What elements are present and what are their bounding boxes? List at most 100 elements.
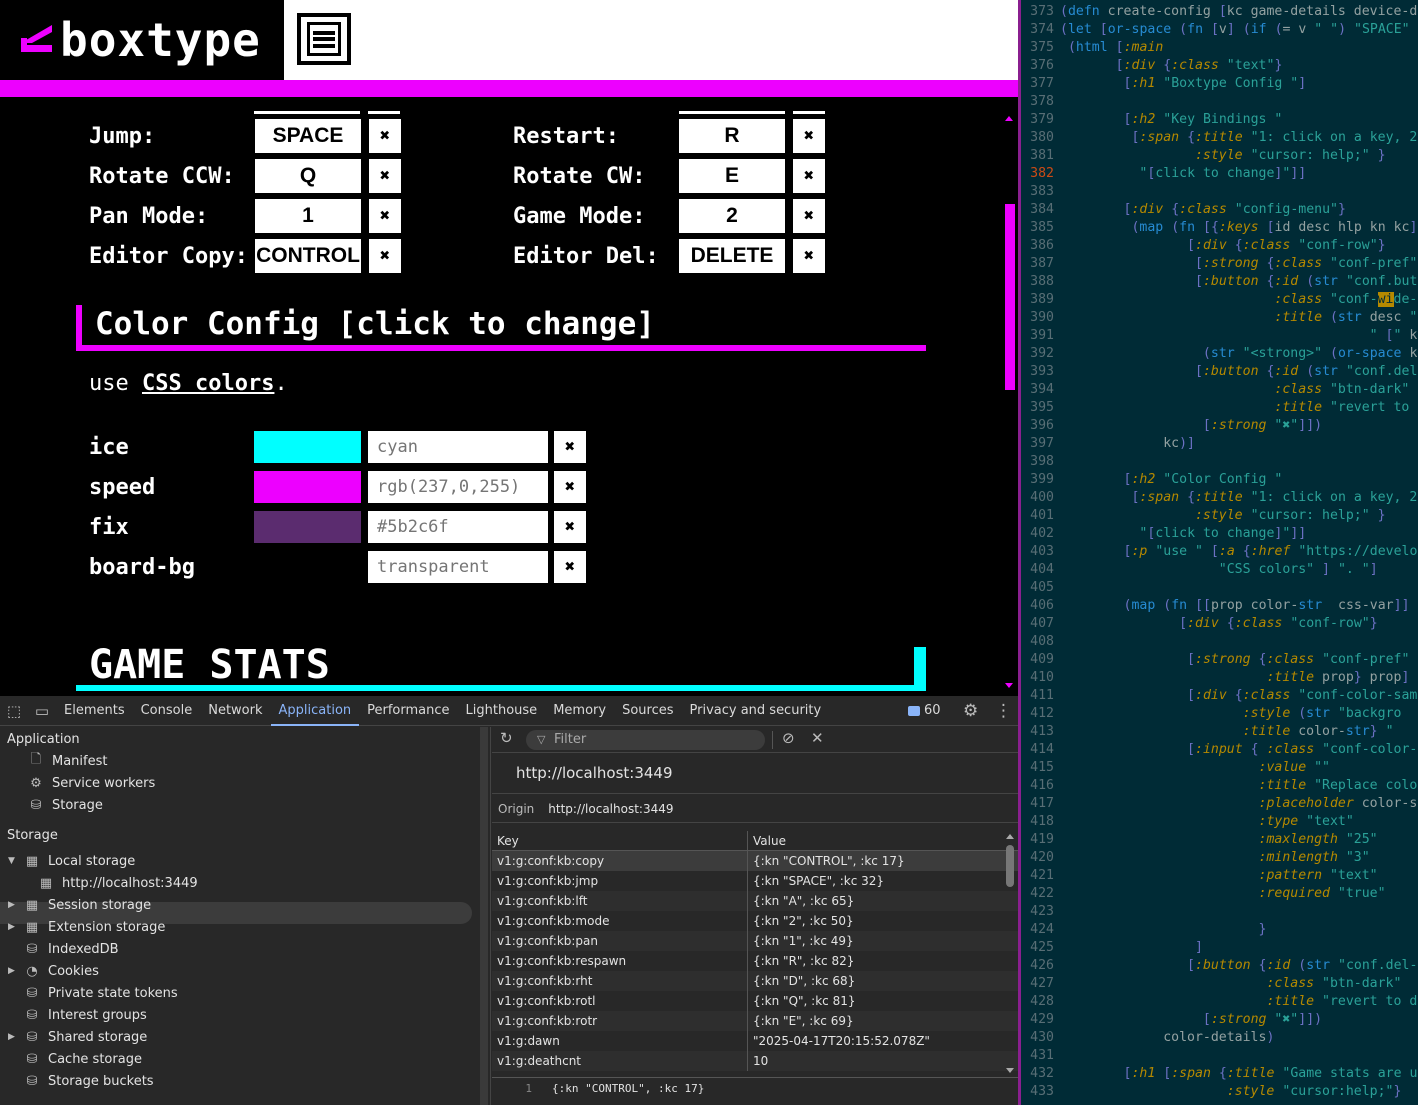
delete-keybinding-button[interactable]: ✖ (793, 199, 825, 233)
table-row[interactable]: v1:g:conf:kb:rht {:kn "D", :kc 68} (492, 971, 1018, 991)
scrollbar-thumb[interactable] (1006, 845, 1014, 887)
scroll-up-arrow-icon[interactable] (1006, 834, 1014, 839)
table-row[interactable]: v1:g:conf:kb:lft {:kn "A", :kc 65} (492, 891, 1018, 911)
keybinding-button-editor-del[interactable]: DELETE (679, 239, 785, 273)
editor-line[interactable]: 431 (1021, 1047, 1418, 1065)
tab-console[interactable]: Console (133, 696, 201, 726)
editor-line[interactable]: 426 [:button {:id (str "conf.del-b (1021, 957, 1418, 975)
table-row[interactable]: v1:g:conf:kb:rotl {:kn "Q", :kc 81} (492, 991, 1018, 1011)
editor-line[interactable]: 432 [:h1 [:span {:title "Game stats are … (1021, 1065, 1418, 1083)
table-row[interactable]: v1:g:conf:kb:copy {:kn "CONTROL", :kc 17} (492, 851, 1018, 871)
delete-keybinding-button[interactable]: ✖ (369, 119, 401, 153)
scroll-down-arrow-icon[interactable] (1006, 1068, 1014, 1073)
editor-line[interactable]: 402 "[click to change]"]] (1021, 525, 1418, 543)
sidebar-item-storage-buckets[interactable]: ⛁ Storage buckets (24, 1070, 154, 1092)
filter-input[interactable]: ▽ Filter (526, 730, 765, 750)
editor-line[interactable]: 390 :title (str desc " (1021, 309, 1418, 327)
editor-line[interactable]: 410 :title prop} prop] (1021, 669, 1418, 687)
keybinding-button-pan-mode[interactable]: 1 (255, 199, 361, 233)
keybinding-button-jump[interactable]: SPACE (255, 119, 361, 153)
editor-line[interactable]: 430 color-details) (1021, 1029, 1418, 1047)
table-row[interactable]: v1:g:conf:kb:rotr {:kn "E", :kc 69} (492, 1011, 1018, 1031)
keybinding-button-restart[interactable]: R (679, 119, 785, 153)
color-input[interactable] (368, 471, 548, 503)
editor-line[interactable]: 428 :title "revert to de (1021, 993, 1418, 1011)
tab-memory[interactable]: Memory (545, 696, 614, 726)
sidebar-item-extension-storage[interactable]: ▶ ▦ Extension storage (8, 916, 165, 938)
delete-keybinding-button[interactable]: ✖ (793, 159, 825, 193)
editor-line[interactable]: 412 :style (str "backgro (1021, 705, 1418, 723)
chevron-down-icon[interactable]: ▼ (8, 856, 20, 866)
editor-line[interactable]: 385 (map (fn [{:keys [id desc hlp kn kc] (1021, 219, 1418, 237)
keybinding-button-editor-copy[interactable]: CONTROL (255, 239, 361, 273)
gear-icon[interactable]: ⚙ (963, 701, 978, 721)
chevron-right-icon[interactable]: ▶ (8, 1032, 20, 1042)
editor-line[interactable]: 397 kc)] (1021, 435, 1418, 453)
tab-network[interactable]: Network (200, 696, 270, 726)
color-input[interactable] (368, 551, 548, 583)
editor-line[interactable]: 414 [:input { :class "conf-color- (1021, 741, 1418, 759)
table-scrollbar[interactable] (1003, 831, 1017, 1076)
inspect-element-icon[interactable]: ⬚ (0, 696, 28, 726)
keybinding-button-rotate-cw[interactable]: E (679, 159, 785, 193)
editor-line[interactable]: 398 (1021, 453, 1418, 471)
clear-all-icon[interactable]: ⊘ (782, 729, 795, 747)
table-row[interactable]: v1:g:conf:kb:mode {:kn "2", :kc 50} (492, 911, 1018, 931)
delete-color-button[interactable]: ✖ (554, 551, 586, 583)
game-stats-heading[interactable]: GAME STATS (76, 639, 926, 691)
editor-line[interactable]: 418 :type "text" (1021, 813, 1418, 831)
color-input[interactable] (368, 511, 548, 543)
editor-line[interactable]: 416 :title "Replace colo (1021, 777, 1418, 795)
editor-line[interactable]: 404 "CSS colors" ] ". "] (1021, 561, 1418, 579)
tab-privacy-and-security[interactable]: Privacy and security (682, 696, 830, 726)
device-toolbar-icon[interactable]: ▭ (28, 696, 56, 726)
more-options-icon[interactable]: ⋮ (995, 701, 1012, 721)
delete-color-button[interactable]: ✖ (554, 431, 586, 463)
sidebar-item-shared-storage[interactable]: ▶ ⛁ Shared storage (8, 1026, 147, 1048)
chevron-right-icon[interactable]: ▶ (8, 900, 20, 910)
sidebar-item-interest-groups[interactable]: ⛁ Interest groups (24, 1004, 147, 1026)
scroll-up-arrow-icon[interactable] (1005, 116, 1013, 121)
editor-line[interactable]: 420 :minlength "3" (1021, 849, 1418, 867)
editor-line[interactable]: 415 :value "" (1021, 759, 1418, 777)
editor-line[interactable]: 392 (str "<strong>" (or-space k (1021, 345, 1418, 363)
delete-color-button[interactable]: ✖ (554, 471, 586, 503)
table-row[interactable]: v1:g:deathcnt 10 (492, 1051, 1018, 1071)
editor-line[interactable]: 389 :class "conf-wide-b (1021, 291, 1418, 309)
menu-button[interactable] (297, 13, 351, 65)
keybinding-button-game-mode[interactable]: 2 (679, 199, 785, 233)
editor-line[interactable]: 382 "[click to change]"]] (1021, 165, 1418, 183)
sidebar-item-private-state-tokens[interactable]: ⛁ Private state tokens (24, 982, 178, 1004)
editor-line[interactable]: 407 [:div {:class "conf-row"} (1021, 615, 1418, 633)
sidebar-scrollbar-thumb[interactable] (480, 727, 488, 1105)
editor-line[interactable]: 409 [:strong {:class "conf-pref" (1021, 651, 1418, 669)
css-colors-link[interactable]: CSS colors (142, 371, 274, 396)
editor-line[interactable]: 401 :style "cursor: help;" } (1021, 507, 1418, 525)
chevron-right-icon[interactable]: ▶ (8, 966, 20, 976)
editor-line[interactable]: 393 [:button {:id (str "conf.del- (1021, 363, 1418, 381)
editor-line[interactable]: 399 [:h2 "Color Config " (1021, 471, 1418, 489)
editor-line[interactable]: 387 [:strong {:class "conf-pref" (1021, 255, 1418, 273)
sidebar-item-cache-storage[interactable]: ⛁ Cache storage (24, 1048, 142, 1070)
editor-line[interactable]: 421 :pattern "text" (1021, 867, 1418, 885)
editor-line[interactable]: 422 :required "true" (1021, 885, 1418, 903)
editor-line[interactable]: 406 (map (fn [[prop color-str css-var]] (1021, 597, 1418, 615)
editor-line[interactable]: 376 [:div {:class "text"} (1021, 57, 1418, 75)
scrollbar-thumb[interactable] (1005, 204, 1015, 390)
sidebar-item-indexeddb[interactable]: ⛁ IndexedDB (24, 938, 119, 960)
editor-line[interactable]: 424 } (1021, 921, 1418, 939)
editor-line[interactable]: 380 [:span {:title "1: click on a key, 2 (1021, 129, 1418, 147)
delete-keybinding-button[interactable]: ✖ (369, 239, 401, 273)
editor-line[interactable]: 425 ] (1021, 939, 1418, 957)
refresh-icon[interactable]: ↻ (500, 729, 513, 747)
editor-line[interactable]: 377 [:h1 "Boxtype Config "] (1021, 75, 1418, 93)
column-header-key[interactable]: Key (492, 831, 748, 850)
delete-keybinding-button[interactable]: ✖ (369, 159, 401, 193)
editor-line[interactable]: 386 [:div {:class "conf-row"} (1021, 237, 1418, 255)
sidebar-item-service-workers[interactable]: ⚙ Service workers (28, 772, 155, 794)
color-input[interactable] (368, 431, 548, 463)
editor-line[interactable]: 405 (1021, 579, 1418, 597)
delete-keybinding-button[interactable]: ✖ (369, 199, 401, 233)
editor-line[interactable]: 394 :class "btn-dark" (1021, 381, 1418, 399)
sidebar-item-storage[interactable]: ⛁ Storage (28, 794, 103, 816)
